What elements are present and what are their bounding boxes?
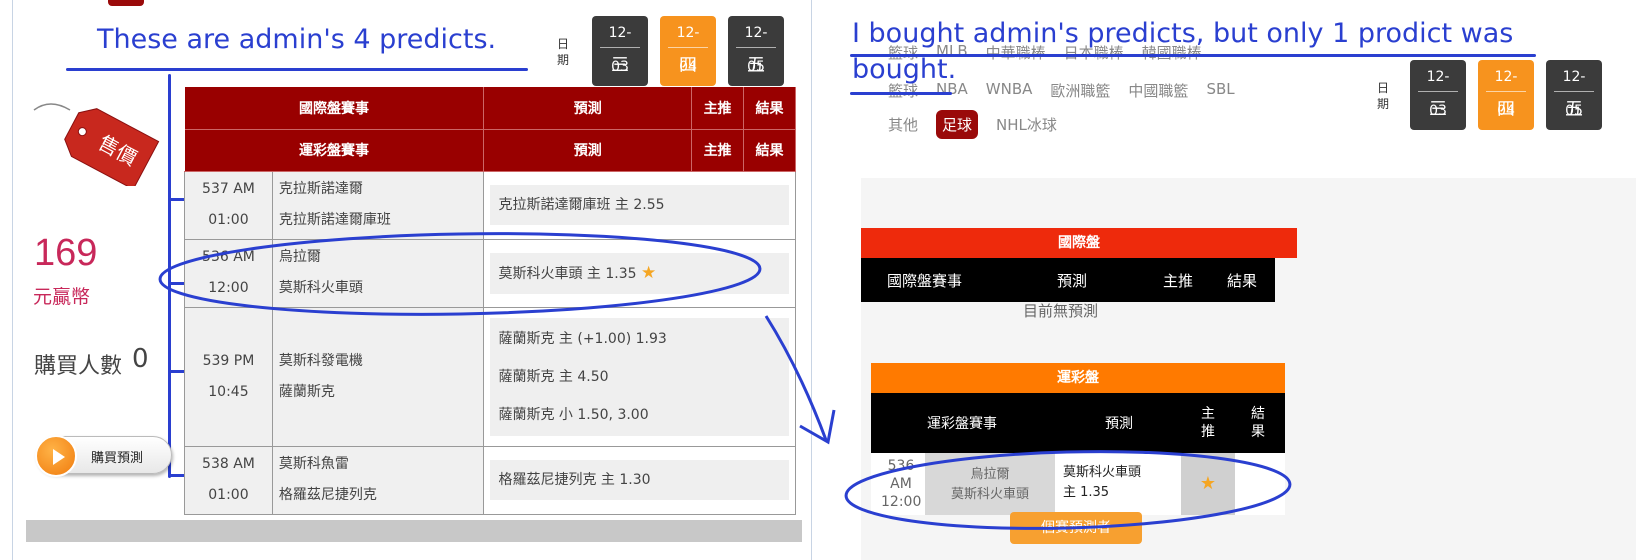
table-row: 539 PM 10:45 莫斯科發電機 薩蘭斯克 薩蘭斯克 主 (+1.00) …: [184, 306, 796, 447]
buyers-count: 0: [132, 344, 149, 374]
sport-link[interactable]: WNBA: [986, 80, 1033, 101]
col-header: 主推: [691, 129, 745, 172]
date-btn-12-05[interactable]: 12-05 五: [1546, 60, 1602, 130]
weekday-text: 三: [611, 55, 629, 76]
sport-link[interactable]: 歐洲職籃: [1050, 80, 1110, 101]
team-away: 克拉斯諾達爾: [278, 181, 363, 197]
date-text: 12-03: [600, 16, 640, 75]
weekday-text: 五: [1565, 99, 1583, 120]
prediction-text: 格羅茲尼捷列克 主 1.30: [490, 460, 789, 500]
intl-empty-message: 目前無預測: [1023, 302, 1099, 320]
weekday-text: 五: [747, 55, 765, 76]
sport-nav-row3: 其他 足球 NHL冰球: [888, 110, 1057, 139]
match-code: 537 AM: [202, 181, 255, 197]
prediction-cell: 薩蘭斯克 主 (+1.00) 1.93 薩蘭斯克 主 4.50 薩蘭斯克 小 1…: [483, 306, 796, 447]
sport-link[interactable]: 其他: [888, 114, 918, 135]
col-header: 結果: [743, 129, 796, 172]
date-text: 12-03: [1418, 60, 1458, 119]
prediction-text: 克拉斯諾達爾庫班 主 2.55: [490, 185, 789, 225]
col-header: 預測: [1105, 416, 1133, 432]
date-btn-12-03[interactable]: 12-03 三: [1410, 60, 1466, 130]
date-label: 日 期: [1376, 81, 1389, 111]
date-text: 12-05: [736, 16, 776, 75]
match-clock: 01:00: [208, 487, 249, 503]
intl-table-header: 國際盤賽事 預測 主推 結果: [861, 258, 1275, 302]
col-header: 主推: [691, 87, 745, 130]
team-home: 格羅茲尼捷列克: [278, 487, 377, 503]
date-btn-12-04[interactable]: 12-04 四: [660, 16, 716, 86]
arrow-connector: [764, 315, 836, 445]
highlight-ellipse: [158, 232, 762, 316]
annotation-underline: [66, 68, 528, 71]
price-value: 169: [34, 232, 98, 274]
weekday-text: 四: [679, 55, 697, 76]
match-teams: 莫斯科發電機 薩蘭斯克: [271, 306, 485, 447]
prediction-text: 薩蘭斯克 主 4.50: [498, 368, 609, 385]
table-footer-bar: [26, 520, 802, 542]
buy-prediction-button[interactable]: 購買預測: [35, 435, 172, 477]
date-btn-12-03[interactable]: 12-03 三: [592, 16, 648, 86]
annotation-underline: [850, 54, 1536, 57]
highlight-ellipse: [844, 450, 1292, 530]
col-header: 國際盤賽事: [887, 272, 963, 290]
buyers-label: 購買人數: [34, 354, 123, 379]
match-clock: 10:45: [208, 383, 249, 400]
col-header: 運彩盤賽事: [184, 129, 485, 172]
match-time: 538 AM 01:00: [184, 445, 273, 515]
prediction-text: 薩蘭斯克 主 (+1.00) 1.93: [498, 330, 667, 347]
weekday-text: 三: [1429, 99, 1447, 120]
date-text: 12-04: [668, 16, 708, 75]
col-header: 國際盤賽事: [184, 87, 485, 130]
left-annotation: These are admin's 4 predicts.: [97, 24, 497, 55]
play-icon: [35, 435, 77, 477]
match-teams: 莫斯科魚雷 格羅茲尼捷列克: [271, 445, 485, 515]
match-time: 539 PM 10:45: [184, 306, 273, 447]
col-header: 結果: [1227, 272, 1258, 290]
team-home: 薩蘭斯克: [278, 383, 335, 400]
table-header-intl: 國際盤賽事 預測 主推 結果: [184, 87, 796, 130]
price-unit: 元贏幣: [33, 286, 91, 308]
date-btn-12-05[interactable]: 12-05 五: [728, 16, 784, 86]
col-header: 主推: [1201, 406, 1215, 440]
annotation-underline: [850, 92, 952, 95]
table-row: 538 AM 01:00 莫斯科魚雷 格羅茲尼捷列克 格羅茲尼捷列克 主 1.3…: [184, 445, 796, 515]
buy-button-label: 購買預測: [91, 451, 144, 466]
date-text: 12-04: [1486, 60, 1526, 119]
col-header: 預測: [483, 87, 693, 130]
col-header: 結果: [743, 87, 796, 130]
sport-link[interactable]: 中國職籃: [1128, 80, 1188, 101]
match-code: 539 PM: [202, 352, 255, 369]
prediction-box: 薩蘭斯克 主 (+1.00) 1.93 薩蘭斯克 主 4.50 薩蘭斯克 小 1…: [490, 317, 789, 436]
team-away: 莫斯科發電機: [278, 352, 363, 369]
table-header-sport: 運彩盤賽事 預測 主推 結果: [184, 129, 796, 172]
prediction-text: 薩蘭斯克 小 1.50, 3.00: [498, 406, 649, 423]
sport-link-active[interactable]: 足球: [936, 110, 979, 139]
col-header: 主推: [1163, 272, 1194, 290]
prediction-cell: 格羅茲尼捷列克 主 1.30: [483, 445, 796, 515]
col-header: 預測: [483, 129, 693, 172]
match-code: 538 AM: [202, 456, 255, 472]
team-away: 莫斯科魚雷: [278, 456, 349, 472]
date-btn-12-04[interactable]: 12-04 四: [1478, 60, 1534, 130]
sport-link[interactable]: NHL冰球: [996, 114, 1057, 135]
price-tag-icon: 售價: [30, 96, 160, 190]
col-header: 結果: [1251, 406, 1265, 440]
date-text: 12-05: [1554, 60, 1594, 119]
sport-link[interactable]: SBL: [1206, 80, 1234, 101]
sport-section-title: 運彩盤: [871, 363, 1285, 393]
intl-section-title: 國際盤: [861, 228, 1297, 258]
weekday-text: 四: [1497, 99, 1515, 120]
col-header: 預測: [1057, 272, 1088, 290]
right-annotation-line1: I bought admin's predicts, but only 1 pr…: [852, 18, 1514, 49]
date-label: 日 期: [556, 37, 569, 67]
col-header: 運彩盤賽事: [927, 416, 997, 432]
top-tab-stub: [108, 0, 144, 6]
right-annotation-line2: bought.: [852, 54, 957, 85]
